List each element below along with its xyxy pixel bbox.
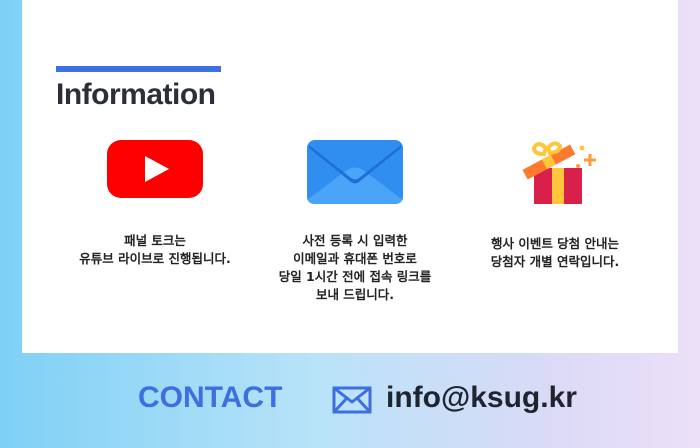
- information-card: Information 패널 토크는 유튜브 라이브로 진행됩니다. 사전 등록…: [22, 0, 678, 353]
- info-text-youtube: 패널 토크는 유튜브 라이브로 진행됩니다.: [79, 233, 231, 266]
- envelope-icon: [307, 140, 403, 204]
- info-item-gift: 행사 이벤트 당첨 안내는 당첨자 개별 연락입니다.: [450, 140, 660, 271]
- contact-label: CONTACT: [138, 381, 283, 414]
- gift-box-icon: [522, 141, 596, 204]
- title-accent-bar: [56, 66, 221, 72]
- youtube-icon: [107, 140, 203, 198]
- info-text-email: 사전 등록 시 입력한 이메일과 휴대폰 번호로 당일 1시간 전에 접속 링크…: [278, 233, 432, 302]
- contact-email-link[interactable]: info@ksug.kr: [386, 381, 577, 415]
- info-item-email: 사전 등록 시 입력한 이메일과 휴대폰 번호로 당일 1시간 전에 접속 링크…: [250, 140, 460, 304]
- info-text-gift: 행사 이벤트 당첨 안내는 당첨자 개별 연락입니다.: [490, 236, 620, 269]
- info-item-youtube: 패널 토크는 유튜브 라이브로 진행됩니다.: [50, 140, 260, 268]
- mail-icon: [332, 386, 372, 414]
- section-title: Information: [56, 78, 216, 111]
